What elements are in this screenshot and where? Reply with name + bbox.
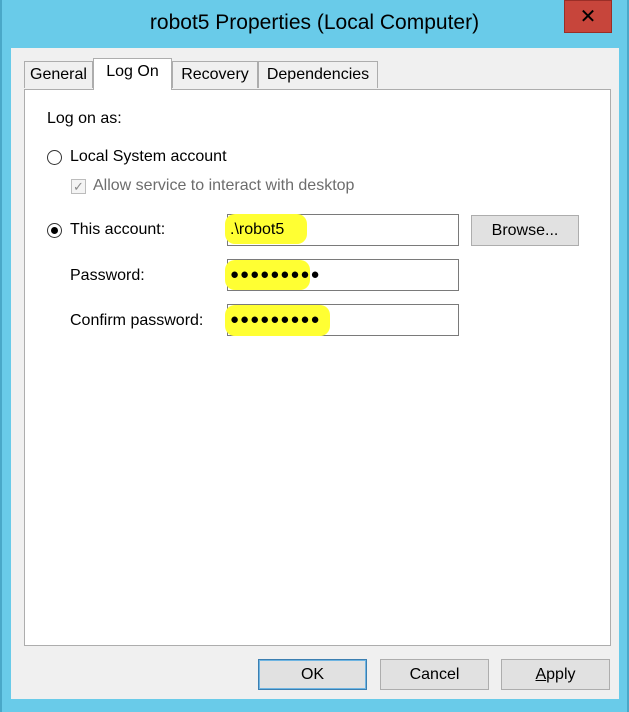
tab-label: Recovery xyxy=(181,66,249,83)
local-system-label[interactable]: Local System account xyxy=(70,148,227,166)
checkmark-icon: ✓ xyxy=(73,179,84,194)
cancel-label: Cancel xyxy=(409,665,460,683)
browse-button[interactable]: Browse... xyxy=(471,215,579,246)
window-title: robot5 Properties (Local Computer) xyxy=(149,11,480,34)
title-bar[interactable]: robot5 Properties (Local Computer) ✕ xyxy=(2,0,627,48)
password-value: ●●●●●●●●● xyxy=(230,266,321,283)
tab-recovery[interactable]: Recovery xyxy=(172,61,258,88)
interact-desktop-checkbox[interactable]: ✓ xyxy=(71,179,86,194)
dialog-client-area: General Log On Recovery Dependencies Log… xyxy=(11,48,619,699)
browse-label: Browse... xyxy=(491,221,559,239)
account-name-value: .\robot5 xyxy=(230,221,285,238)
ok-button[interactable]: OK xyxy=(258,659,367,690)
tab-label: Log On xyxy=(106,63,159,80)
confirm-password-value: ●●●●●●●●● xyxy=(230,311,321,328)
apply-button[interactable]: Apply xyxy=(501,659,610,690)
local-system-radio[interactable] xyxy=(47,150,62,165)
log-on-panel: Log on as: Local System account ✓ Allow … xyxy=(24,89,611,646)
close-button[interactable]: ✕ xyxy=(564,0,612,33)
password-label: Password: xyxy=(70,267,145,284)
cancel-button[interactable]: Cancel xyxy=(380,659,489,690)
apply-label: Apply xyxy=(535,665,576,683)
close-icon: ✕ xyxy=(579,6,597,28)
tab-general[interactable]: General xyxy=(24,61,93,88)
this-account-radio[interactable] xyxy=(47,223,62,238)
confirm-password-label: Confirm password: xyxy=(70,312,204,329)
this-account-label[interactable]: This account: xyxy=(70,221,165,239)
tab-log-on[interactable]: Log On xyxy=(93,58,172,90)
log-on-as-heading: Log on as: xyxy=(47,110,122,127)
tab-label: General xyxy=(30,66,87,83)
ok-label: OK xyxy=(300,665,325,683)
tab-label: Dependencies xyxy=(266,66,370,83)
interact-desktop-label: Allow service to interact with desktop xyxy=(93,177,355,194)
properties-window: robot5 Properties (Local Computer) ✕ Gen… xyxy=(0,0,629,712)
tab-dependencies[interactable]: Dependencies xyxy=(258,61,378,88)
